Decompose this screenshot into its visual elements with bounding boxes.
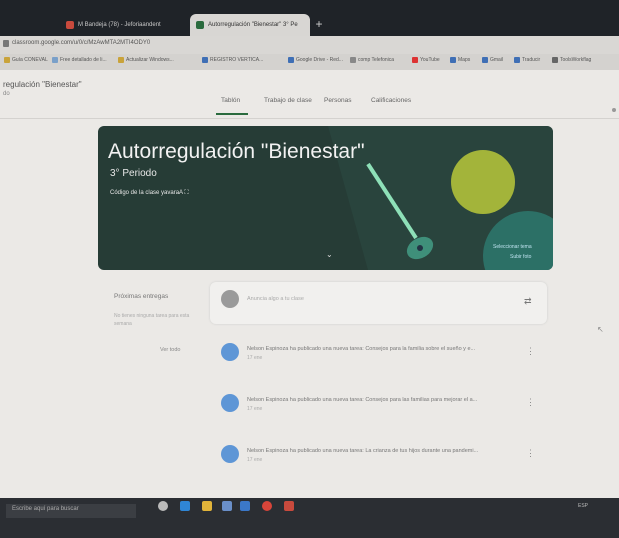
class-code-label: Código de la clase	[110, 190, 160, 196]
store-icon[interactable]	[222, 501, 232, 511]
more-vert-icon[interactable]: ⋮	[526, 346, 535, 357]
browser-tab-gmail[interactable]: M Bandeja (78) - Jeforiaandent	[60, 14, 185, 36]
view-all-link[interactable]: Ver todo	[160, 347, 181, 353]
bookmark-item[interactable]: Guía CONEVAL	[4, 57, 48, 63]
chevron-down-icon[interactable]: ⌄	[326, 250, 333, 259]
bookmark-icon	[4, 57, 10, 63]
task-view-icon[interactable]	[158, 501, 168, 511]
new-tab-button[interactable]: +	[312, 17, 326, 31]
banner-title: Autorregulación "Bienestar"	[108, 140, 365, 163]
bookmark-item[interactable]: REGISTRO VERTICA...	[202, 57, 263, 63]
bookmark-item[interactable]: Gmail	[482, 57, 503, 63]
upcoming-title: Próximas entregas	[114, 293, 169, 300]
edge-icon[interactable]	[180, 501, 190, 511]
bookmark-item[interactable]: YouTube	[412, 57, 440, 63]
bookmark-icon	[552, 57, 558, 63]
bookmark-icon	[52, 57, 58, 63]
bookmark-icon	[288, 57, 294, 63]
taskbar-search-text[interactable]: Escribe aquí para buscar	[12, 506, 79, 512]
repost-icon[interactable]: ⇄	[524, 296, 532, 307]
tab-stream[interactable]: Tablón	[221, 97, 240, 104]
bookmark-item[interactable]: comp Telefonica	[350, 57, 394, 63]
banner-period: 3° Periodo	[110, 168, 157, 179]
nav-divider	[0, 118, 619, 119]
post-title[interactable]: Nelson Espinoza ha publicado una nueva t…	[247, 346, 475, 352]
app-icon[interactable]	[284, 501, 294, 511]
class-code-value: yavaraA	[161, 190, 183, 196]
post-date: 17 ene	[247, 406, 263, 412]
browser-tab-classroom[interactable]: Autorregulación "Bienestar" 3° Pe	[190, 14, 310, 36]
announce-box[interactable]	[210, 282, 547, 324]
bookmark-icon	[202, 57, 208, 63]
tab-grades[interactable]: Calificaciones	[371, 97, 411, 104]
bookmark-item[interactable]: ToolsWorkflag	[552, 57, 591, 63]
system-tray[interactable]: ESP	[578, 503, 588, 509]
bookmark-item[interactable]: Free detallado de li...	[52, 57, 107, 63]
class-subtitle: do	[3, 91, 10, 97]
active-tab-indicator	[216, 113, 248, 115]
announce-input[interactable]: Anuncia algo a tu clase	[247, 296, 304, 302]
assignment-icon	[221, 394, 239, 412]
account-avatar-icon[interactable]	[612, 108, 616, 112]
upload-photo-link[interactable]: Subir foto	[510, 254, 531, 260]
fullscreen-icon[interactable]: ⛶	[184, 190, 188, 196]
bookmark-icon	[118, 57, 124, 63]
maps-icon	[450, 57, 456, 63]
post-title[interactable]: Nelson Espinoza ha publicado una nueva t…	[247, 397, 477, 403]
bookmark-item[interactable]: Google Drive - Red...	[288, 57, 343, 63]
post-title[interactable]: Nelson Espinoza ha publicado una nueva t…	[247, 448, 478, 454]
gmail-icon	[482, 57, 488, 63]
lock-icon	[3, 40, 9, 47]
folder-icon[interactable]	[202, 501, 212, 511]
address-text[interactable]: classroom.google.com/u/0/c/MzAwMTA2MTI4O…	[12, 40, 150, 46]
assignment-icon	[221, 445, 239, 463]
upcoming-body: No tienes ninguna tarea para esta semana	[114, 313, 190, 327]
class-title: regulación "Bienestar"	[3, 80, 82, 89]
avatar	[221, 290, 239, 308]
translate-icon	[514, 57, 520, 63]
mouse-cursor-icon: ↖	[597, 325, 604, 334]
bookmark-item[interactable]: Actualizar Windows...	[118, 57, 174, 63]
more-vert-icon[interactable]: ⋮	[526, 397, 535, 408]
class-code[interactable]: Código de la clase yavaraA ⛶	[110, 190, 189, 197]
select-theme-link[interactable]: Seleccionar tema	[493, 244, 532, 250]
tab-classwork[interactable]: Trabajo de clase	[264, 97, 312, 104]
mail-icon[interactable]	[240, 501, 250, 511]
gmail-icon	[66, 21, 74, 29]
classroom-icon	[196, 21, 204, 29]
youtube-icon	[412, 57, 418, 63]
post-date: 17 ene	[247, 457, 263, 463]
tab-label: M Bandeja (78) - Jeforiaandent	[78, 22, 161, 28]
post-date: 17 ene	[247, 355, 263, 361]
bookmark-icon	[350, 57, 356, 63]
more-vert-icon[interactable]: ⋮	[526, 448, 535, 459]
bookmark-item[interactable]: Traducir	[514, 57, 540, 63]
bookmark-item[interactable]: Maps	[450, 57, 470, 63]
assignment-icon	[221, 343, 239, 361]
chrome-icon[interactable]	[262, 501, 272, 511]
tab-label: Autorregulación "Bienestar" 3° Pe	[208, 22, 298, 28]
tab-people[interactable]: Personas	[324, 97, 351, 104]
